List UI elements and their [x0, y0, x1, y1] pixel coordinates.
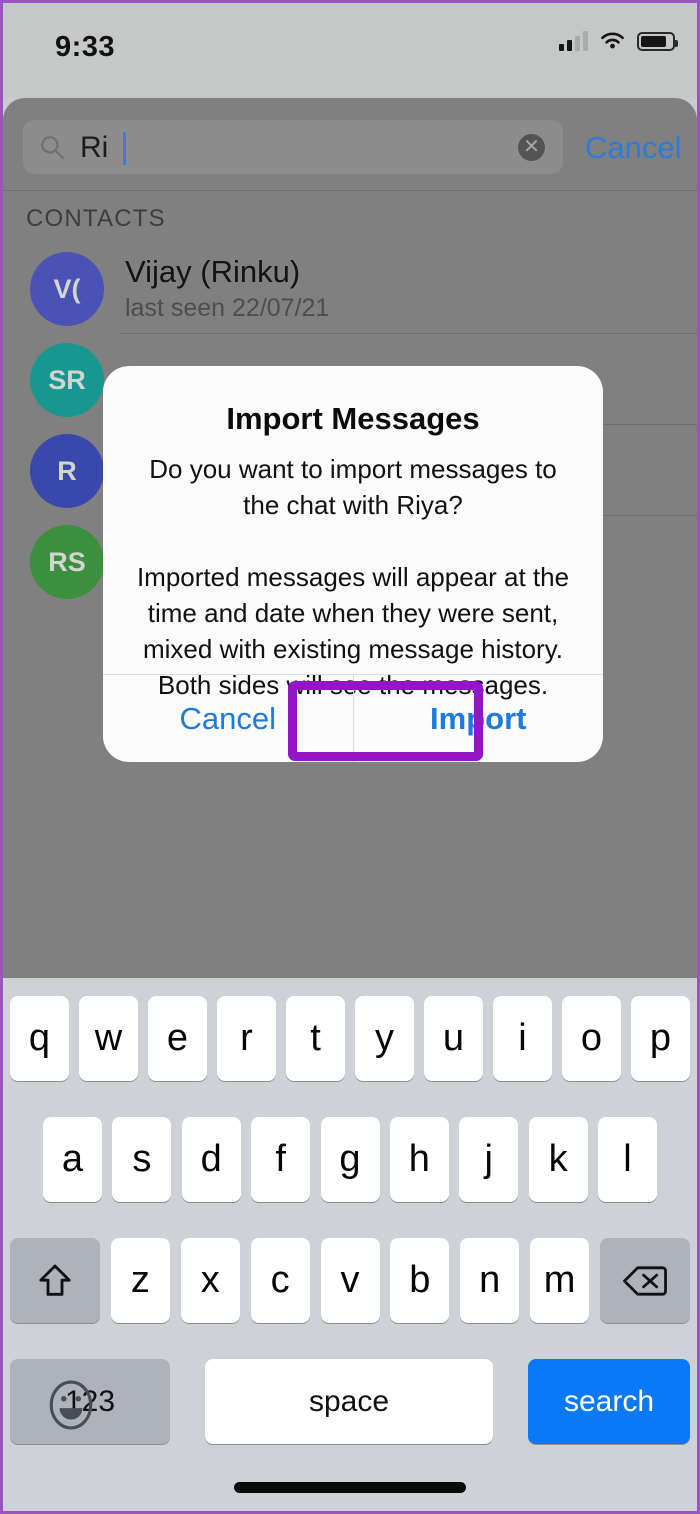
import-button[interactable]: Import — [352, 675, 604, 762]
key-e[interactable]: e — [148, 996, 207, 1081]
status-bar-icons — [559, 31, 678, 51]
key-n[interactable]: n — [460, 1238, 520, 1323]
wifi-icon — [601, 32, 624, 49]
import-messages-dialog: Import Messages Do you want to import me… — [103, 366, 603, 762]
status-bar-time: 9:33 — [55, 31, 116, 63]
key-t[interactable]: t — [286, 996, 345, 1081]
key-l[interactable]: l — [598, 1117, 657, 1202]
backspace-key[interactable] — [600, 1238, 690, 1323]
key-r[interactable]: r — [217, 996, 276, 1081]
on-screen-keyboard: q w e r t y u i o p a s d f g h j k l z … — [3, 978, 697, 1511]
search-key[interactable]: search — [528, 1359, 690, 1444]
contact-subtitle: last seen 22/07/21 — [125, 294, 330, 322]
key-o[interactable]: o — [562, 996, 621, 1081]
search-input[interactable]: Ri ✕ — [23, 120, 563, 174]
key-d[interactable]: d — [181, 1117, 241, 1202]
search-input-value: Ri — [80, 131, 109, 164]
contacts-section-label: CONTACTS — [26, 205, 166, 232]
key-f[interactable]: f — [251, 1117, 311, 1202]
key-w[interactable]: w — [79, 996, 138, 1081]
emoji-smiley-icon[interactable] — [45, 1379, 97, 1431]
key-y[interactable]: y — [355, 996, 414, 1081]
avatar: R — [30, 434, 104, 508]
avatar: RS — [30, 525, 104, 599]
dialog-title: Import Messages — [226, 401, 480, 436]
key-s[interactable]: s — [112, 1117, 172, 1202]
search-bar-row: Ri ✕ Cancel — [3, 98, 697, 190]
contact-name: Vijay (Rinku) — [125, 254, 301, 289]
key-q[interactable]: q — [10, 996, 69, 1081]
space-key[interactable]: space — [205, 1359, 493, 1444]
text-cursor — [123, 132, 126, 165]
phone-screen: 9:33 Ri ✕ Cancel CONTACTS V(Vijay (Rink… — [0, 0, 700, 1514]
clear-circle-icon[interactable]: ✕ — [518, 134, 545, 161]
key-x[interactable]: x — [180, 1238, 240, 1323]
key-a[interactable]: a — [43, 1117, 102, 1202]
key-c[interactable]: c — [250, 1238, 310, 1323]
shift-key[interactable] — [10, 1238, 100, 1323]
avatar: V( — [30, 252, 104, 326]
keyboard-row-1: q w e r t y u i o p — [3, 996, 697, 1081]
key-g[interactable]: g — [320, 1117, 380, 1202]
keyboard-row-4: 123 space search — [3, 1359, 697, 1444]
key-v[interactable]: v — [320, 1238, 380, 1323]
key-p[interactable]: p — [631, 996, 690, 1081]
key-u[interactable]: u — [424, 996, 483, 1081]
backspace-icon — [623, 1265, 667, 1296]
shift-arrow-icon — [39, 1264, 71, 1296]
dialog-actions: Cancel Import — [103, 674, 603, 762]
cancel-search-button[interactable]: Cancel — [585, 130, 682, 166]
keyboard-row-2: a s d f g h j k l — [3, 1117, 697, 1202]
key-k[interactable]: k — [528, 1117, 588, 1202]
key-b[interactable]: b — [390, 1238, 450, 1323]
contacts-section-header: CONTACTS — [3, 190, 697, 242]
home-indicator-bar[interactable] — [234, 1482, 466, 1493]
key-i[interactable]: i — [493, 996, 552, 1081]
list-item[interactable]: V( Vijay (Rinku) last seen 22/07/21 — [3, 242, 697, 333]
dialog-message: Do you want to import messages to the ch… — [136, 454, 570, 700]
key-h[interactable]: h — [389, 1117, 449, 1202]
cellular-signal-icon — [559, 31, 588, 51]
avatar: SR — [30, 343, 104, 417]
keyboard-row-3: z x c v b n m — [3, 1238, 697, 1323]
status-bar: 9:33 — [3, 3, 697, 98]
cancel-button[interactable]: Cancel — [103, 675, 353, 762]
key-m[interactable]: m — [530, 1238, 590, 1323]
key-j[interactable]: j — [459, 1117, 519, 1202]
battery-icon — [637, 31, 678, 51]
search-icon — [41, 136, 64, 159]
key-z[interactable]: z — [110, 1238, 170, 1323]
